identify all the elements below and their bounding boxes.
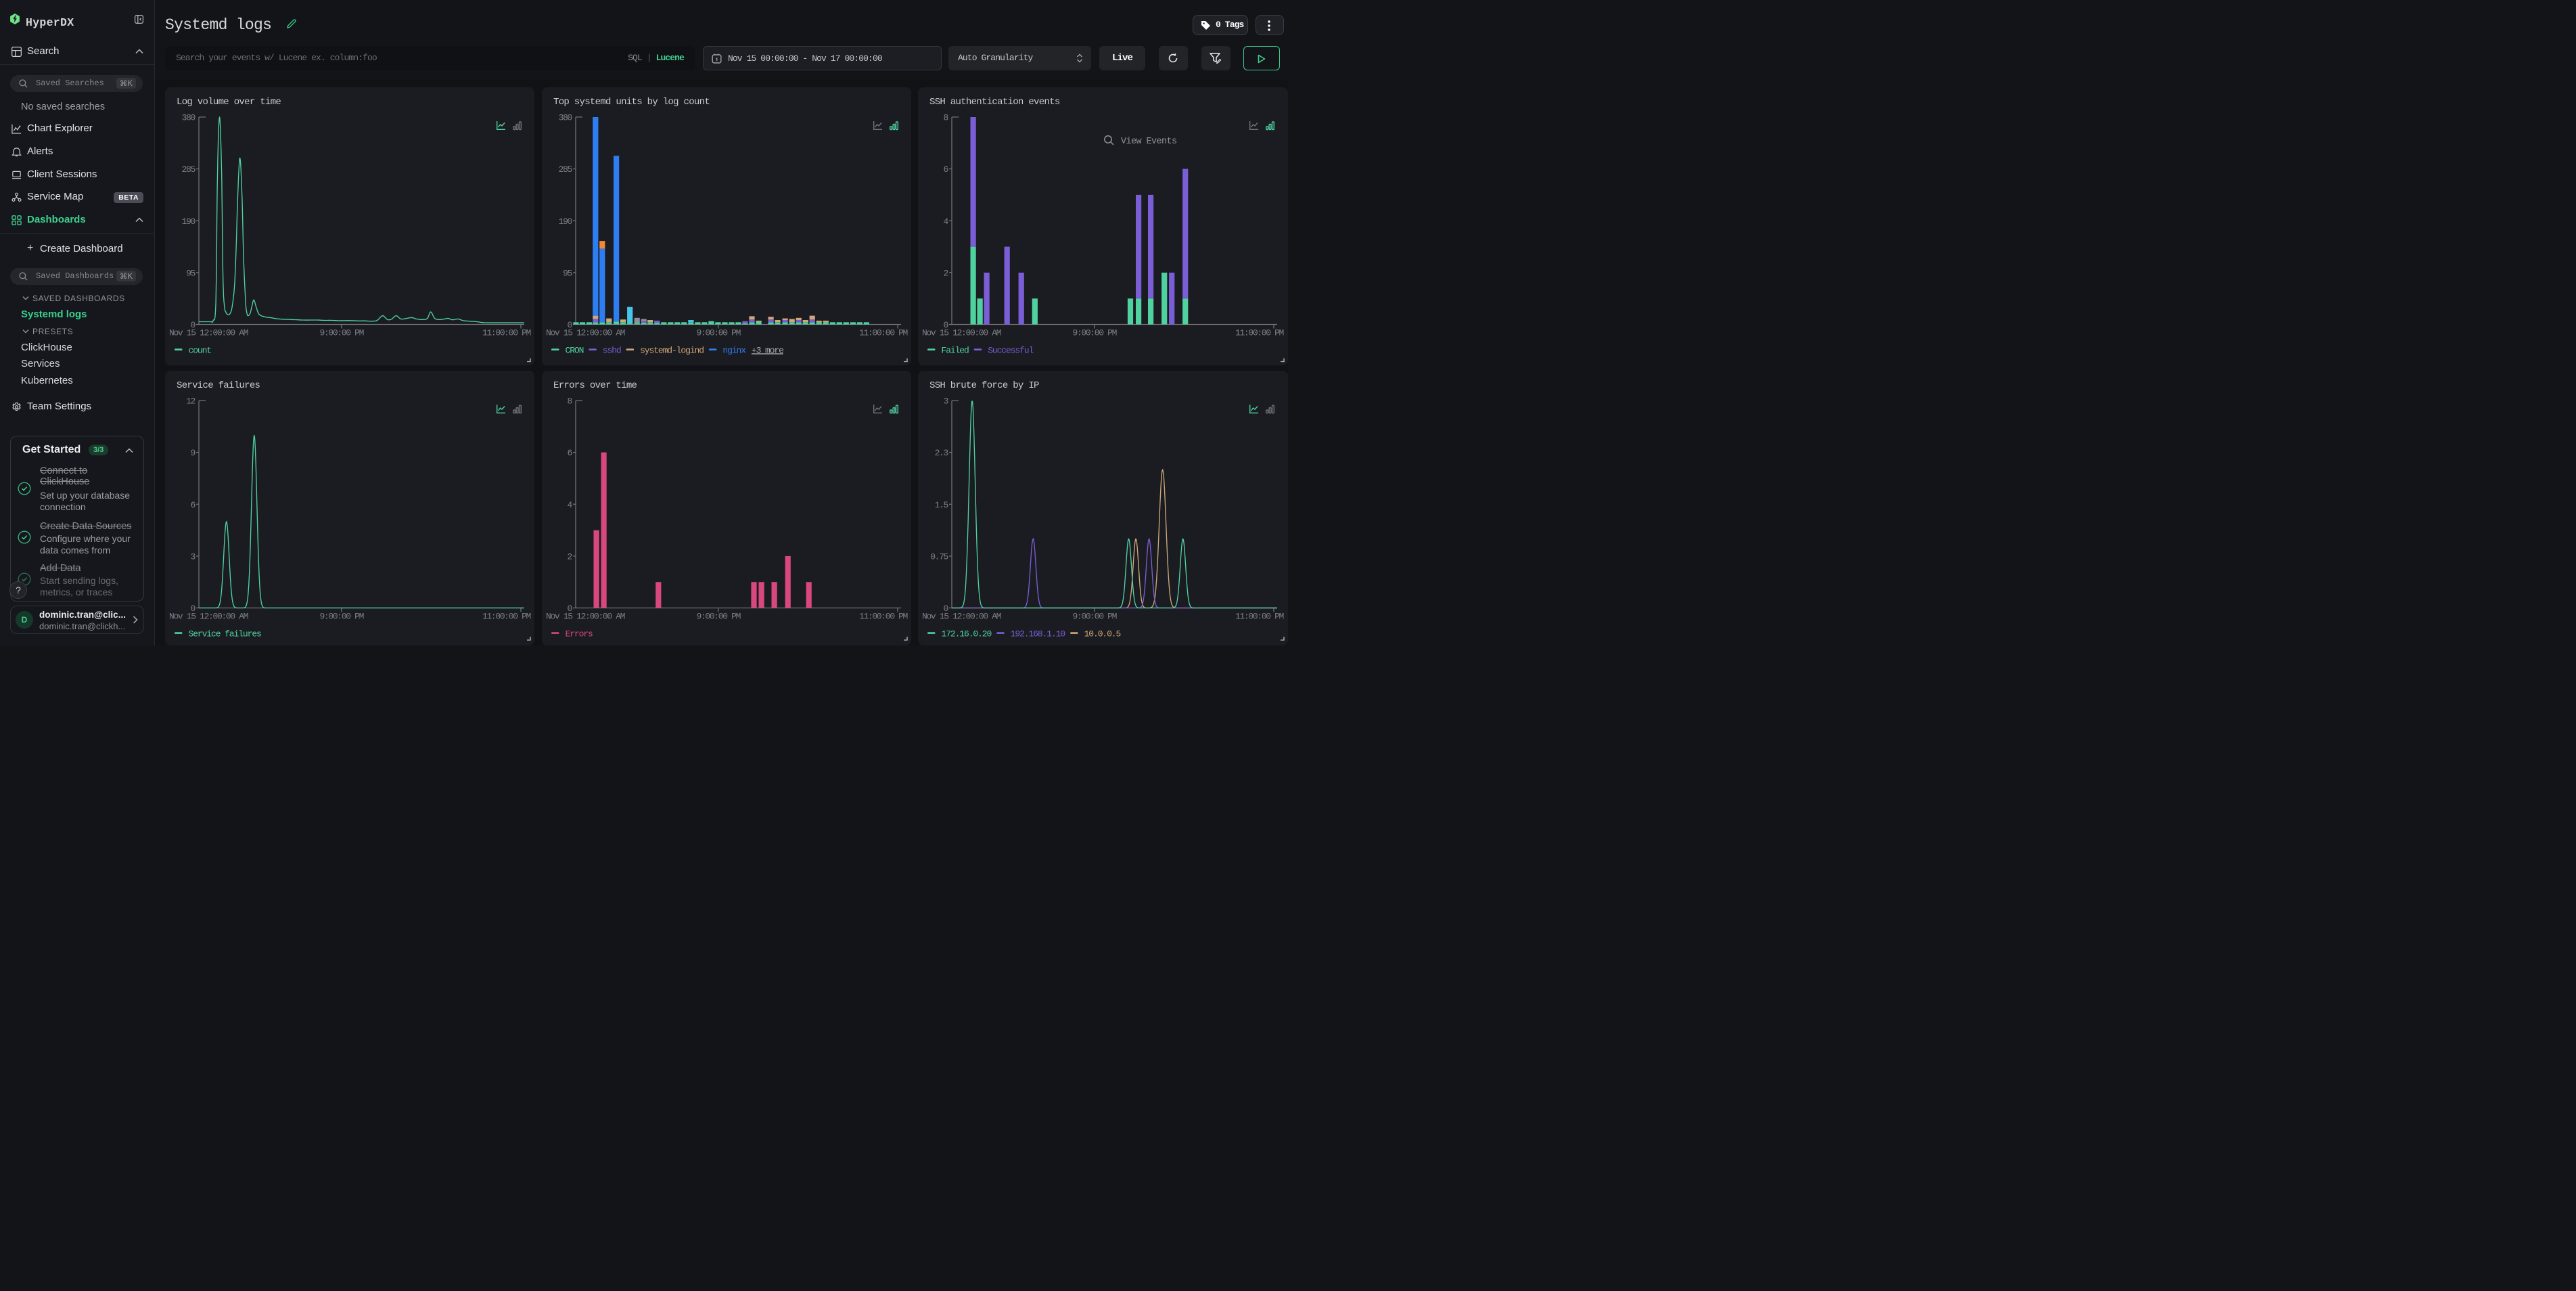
svg-text:0.75: 0.75: [930, 551, 948, 562]
svg-text:11:00:00 PM: 11:00:00 PM: [859, 612, 908, 622]
svg-text:Service failures: Service failures: [189, 629, 262, 639]
svg-text:Nov 15 12:00:00 AM: Nov 15 12:00:00 AM: [169, 327, 248, 338]
svg-text:4: 4: [567, 500, 572, 510]
svg-text:SSH authentication events: SSH authentication events: [929, 97, 1060, 108]
svg-text:View Events: View Events: [1121, 137, 1177, 147]
svg-text:192.168.1.10: 192.168.1.10: [1011, 629, 1065, 639]
svg-text:Nov 15 12:00:00 AM: Nov 15 12:00:00 AM: [922, 327, 1001, 338]
svg-text:Service failures: Service failures: [177, 380, 260, 391]
svg-text:Failed: Failed: [942, 345, 969, 355]
svg-text:SSH brute force by IP: SSH brute force by IP: [929, 380, 1039, 391]
svg-text:Successful: Successful: [988, 345, 1034, 355]
svg-text:380: 380: [182, 112, 196, 122]
svg-text:Nov 15 12:00:00 AM: Nov 15 12:00:00 AM: [922, 612, 1001, 622]
svg-text:4: 4: [944, 216, 949, 226]
svg-text:11:00:00 PM: 11:00:00 PM: [482, 612, 531, 622]
svg-text:Errors over time: Errors over time: [553, 380, 637, 391]
svg-text:count: count: [189, 345, 212, 355]
svg-text:3: 3: [191, 551, 196, 562]
svg-text:2: 2: [944, 268, 948, 278]
svg-text:1.5: 1.5: [935, 500, 948, 510]
svg-text:Top systemd units by log count: Top systemd units by log count: [553, 97, 710, 108]
svg-text:11:00:00 PM: 11:00:00 PM: [859, 327, 908, 338]
svg-text:Nov 15 12:00:00 AM: Nov 15 12:00:00 AM: [546, 612, 625, 622]
svg-text:285: 285: [558, 164, 572, 175]
svg-text:9:00:00 PM: 9:00:00 PM: [696, 612, 740, 622]
svg-text:11:00:00 PM: 11:00:00 PM: [1235, 612, 1284, 622]
svg-text:3: 3: [944, 397, 948, 407]
svg-text:8: 8: [944, 112, 948, 122]
svg-text:9:00:00 PM: 9:00:00 PM: [320, 612, 364, 622]
svg-text:11:00:00 PM: 11:00:00 PM: [1235, 327, 1284, 338]
svg-text:Errors: Errors: [565, 629, 593, 639]
svg-text:10.0.0.5: 10.0.0.5: [1084, 629, 1121, 639]
svg-text:+3 more: +3 more: [751, 345, 783, 355]
svg-text:9:00:00 PM: 9:00:00 PM: [1073, 612, 1117, 622]
svg-text:190: 190: [558, 216, 572, 226]
svg-text:380: 380: [558, 112, 572, 122]
svg-text:9:00:00 PM: 9:00:00 PM: [320, 327, 364, 338]
svg-text:Log volume over time: Log volume over time: [177, 97, 281, 108]
svg-text:6: 6: [567, 448, 572, 458]
svg-text:9:00:00 PM: 9:00:00 PM: [1073, 327, 1117, 338]
svg-text:11:00:00 PM: 11:00:00 PM: [482, 327, 531, 338]
svg-text:6: 6: [944, 164, 948, 175]
svg-text:sshd: sshd: [602, 345, 620, 355]
svg-text:8: 8: [567, 397, 572, 407]
svg-text:6: 6: [191, 500, 196, 510]
svg-text:Nov 15 12:00:00 AM: Nov 15 12:00:00 AM: [546, 327, 625, 338]
svg-text:Nov 15 12:00:00 AM: Nov 15 12:00:00 AM: [169, 612, 248, 622]
svg-text:9: 9: [191, 448, 196, 458]
svg-text:190: 190: [182, 216, 196, 226]
svg-text:nginx: nginx: [722, 345, 746, 355]
svg-text:285: 285: [182, 164, 196, 175]
svg-text:95: 95: [186, 268, 195, 278]
svg-text:9:00:00 PM: 9:00:00 PM: [696, 327, 740, 338]
svg-text:systemd-logind: systemd-logind: [640, 345, 704, 355]
svg-text:2: 2: [567, 551, 572, 562]
svg-text:CRON: CRON: [565, 345, 583, 355]
svg-text:2.3: 2.3: [935, 448, 948, 458]
svg-text:12: 12: [186, 397, 195, 407]
svg-text:95: 95: [563, 268, 572, 278]
svg-text:172.16.0.20: 172.16.0.20: [942, 629, 992, 639]
